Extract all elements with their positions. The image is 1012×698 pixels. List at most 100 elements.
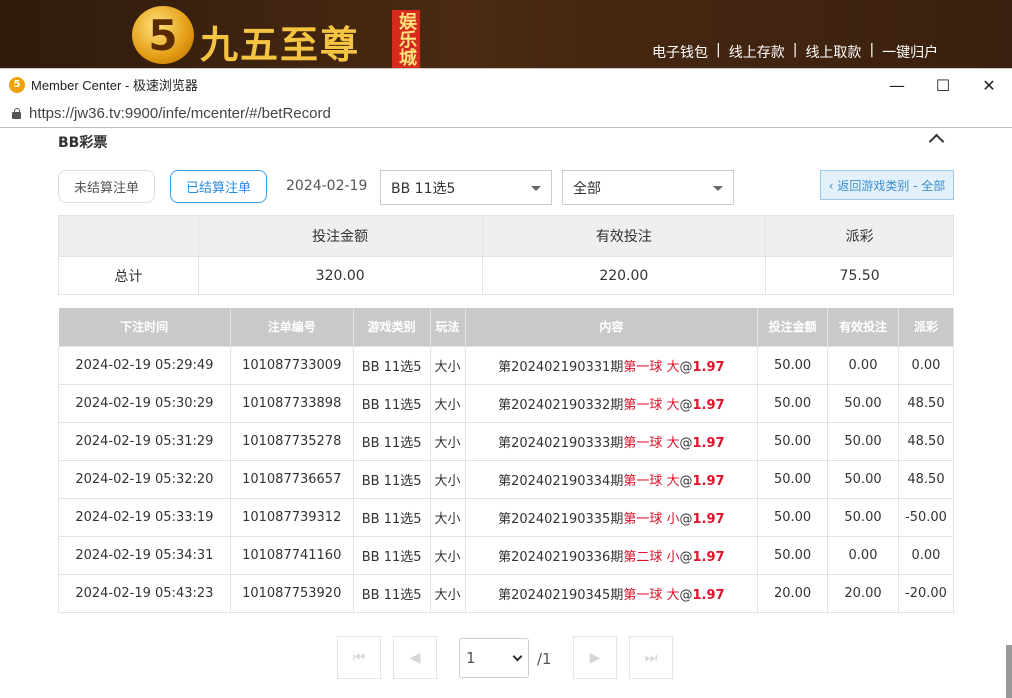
content-odds: 1.97 [692,435,725,451]
chevron-down-icon [512,651,523,662]
cell-valid-bet: 20.00 [827,573,899,613]
content-period: 第202402190331期 [498,359,624,375]
table-row: 2024-02-19 05:31:29 101087735278 BB 11选5 大小… [58,421,955,461]
content-at: @ [679,511,693,527]
cell-bet-amount: 50.00 [757,383,829,423]
table-row: 2024-02-19 05:33:19 101087739312 BB 11选5 大小… [58,497,955,537]
cell-valid-bet: 50.00 [827,421,899,461]
window-title: Member Center - 极速浏览器 [31,78,198,93]
bet-record-panel: BB彩票 未结算注单 已结算注单 2024-02-19 BB 11选5 全部 ‹… [0,128,1012,698]
cell-valid-bet: 50.00 [827,383,899,423]
content-pick: 第一球 小 [623,511,680,527]
scope-select-value: 全部 [573,180,601,197]
cell-valid-bet: 50.00 [827,497,899,537]
content-odds: 1.97 [692,511,725,527]
window-titlebar: 5 Member Center - 极速浏览器 — ☐ ✕ [0,68,1012,100]
summary-header-bet: 投注金额 [197,215,483,257]
next-page-button[interactable]: ▶ [573,636,617,679]
cell-time: 2024-02-19 05:33:19 [58,497,231,537]
col-header-content: 内容 [465,308,759,346]
cell-payout: 48.50 [897,421,955,461]
cell-time: 2024-02-19 05:29:49 [58,345,231,385]
cell-bet-id: 101087741160 [229,535,354,575]
cell-bet-amount: 50.00 [757,535,829,575]
unsettled-tab-button[interactable]: 未结算注单 [58,170,155,203]
nav-separator: | [792,42,798,58]
cell-game: BB 11选5 [352,535,431,575]
col-header-bet: 投注金额 [757,308,829,346]
content-pick: 第一球 大 [623,397,680,413]
cell-bet-amount: 50.00 [757,421,829,461]
chevron-up-icon[interactable] [928,130,946,148]
maximize-icon[interactable]: ☐ [920,69,966,101]
cell-time: 2024-02-19 05:43:23 [58,573,231,613]
content-at: @ [679,473,693,489]
cell-play: 大小 [429,345,466,385]
site-name: 九五至尊 [200,22,361,67]
cell-bet-id: 101087739312 [229,497,354,537]
nav-one-key-return[interactable]: 一键归户 [882,42,938,62]
settled-tab-button[interactable]: 已结算注单 [170,170,267,203]
content-period: 第202402190332期 [498,397,624,413]
summary-header-valid: 有效投注 [481,215,767,257]
cell-valid-bet: 50.00 [827,459,899,499]
cell-payout: 0.00 [897,345,955,385]
col-header-game: 游戏类别 [353,308,431,346]
nav-separator: | [716,42,721,58]
content-pick: 第一球 大 [623,359,680,375]
back-to-categories-button[interactable]: ‹ 返回游戏类别 - 全部 [820,170,954,200]
cell-bet-id: 101087733898 [229,383,354,423]
col-header-id: 注单编号 [230,308,354,346]
game-select[interactable]: BB 11选5 [380,170,552,205]
content-at: @ [679,587,693,603]
cell-bet-amount: 50.00 [757,459,829,499]
cell-payout: 48.50 [897,459,955,499]
cell-game: BB 11选5 [352,345,431,385]
url-text[interactable]: https://jw36.tv:9900/infe/mcenter/#/betR… [29,105,331,122]
cell-valid-bet: 0.00 [827,345,899,385]
close-icon[interactable]: ✕ [966,69,1012,101]
content-period: 第202402190334期 [498,473,624,489]
summary-header-payout: 派彩 [765,215,954,257]
cell-content: 第202402190335期第一球 小@1.97 [464,497,759,537]
cell-time: 2024-02-19 05:30:29 [58,383,231,423]
nav-wallet[interactable]: 电子钱包 [652,42,708,62]
cell-play: 大小 [429,497,466,537]
cell-game: BB 11选5 [352,459,431,499]
col-header-payout: 派彩 [898,308,955,346]
content-period: 第202402190333期 [498,435,624,451]
table-row: 2024-02-19 05:30:29 101087733898 BB 11选5 大小… [58,383,955,423]
nav-deposit[interactable]: 线上存款 [729,42,785,62]
nav-withdraw[interactable]: 线上取款 [805,42,861,62]
content-at: @ [679,359,693,375]
cell-bet-amount: 50.00 [757,497,829,537]
col-header-time: 下注时间 [58,308,231,346]
content-period: 第202402190335期 [498,511,624,527]
last-page-button[interactable]: ⏭ [629,636,673,679]
cell-bet-amount: 50.00 [757,345,829,385]
caret-down-icon [531,186,541,191]
minimize-icon[interactable]: — [874,69,920,101]
cell-bet-id: 101087735278 [229,421,354,461]
caret-down-icon [713,186,723,191]
cell-play: 大小 [429,383,466,423]
table-row: 2024-02-19 05:32:20 101087736657 BB 11选5 大小… [58,459,955,499]
table-row: 2024-02-19 05:29:49 101087733009 BB 11选5 大小… [58,345,955,385]
section-title: BB彩票 [58,135,108,151]
first-page-button[interactable]: ⏮ [337,636,381,679]
page-select[interactable]: 1 [459,638,529,678]
cell-content: 第202402190345期第一球 大@1.97 [464,573,759,613]
date-field[interactable]: 2024-02-19 [286,178,367,194]
prev-page-button[interactable]: ◀ [393,636,437,679]
summary-total-row: 总计 320.00 220.00 75.50 [58,256,954,295]
vertical-scrollbar[interactable] [1006,645,1012,698]
scope-select[interactable]: 全部 [562,170,734,205]
cell-payout: -20.00 [897,573,955,613]
address-bar[interactable]: https://jw36.tv:9900/infe/mcenter/#/betR… [0,100,1012,128]
col-header-valid: 有效投注 [827,308,899,346]
cell-payout: 0.00 [897,535,955,575]
cell-content: 第202402190336期第二球 小@1.97 [464,535,759,575]
content-pick: 第二球 小 [623,549,680,565]
cell-game: BB 11选5 [352,421,431,461]
summary-total-valid: 220.00 [481,256,767,295]
